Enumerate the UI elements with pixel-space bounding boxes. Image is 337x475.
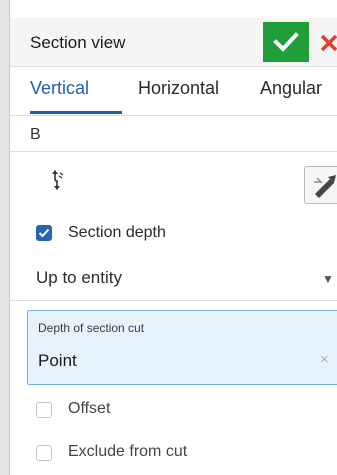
section-depth-checkbox[interactable] <box>36 225 52 241</box>
exclude-from-cut-label[interactable]: Exclude from cut <box>68 443 187 461</box>
clear-selection-icon[interactable]: × <box>320 351 329 368</box>
section-view-panel: Section view Vertical Horizontal Angular… <box>0 0 337 475</box>
exclude-from-cut-checkbox[interactable] <box>36 445 52 461</box>
check-icon <box>273 32 299 52</box>
close-icon <box>320 34 337 52</box>
offset-checkbox[interactable] <box>36 402 52 418</box>
active-tab-indicator <box>30 111 122 114</box>
sketch-arrow-icon <box>314 175 336 198</box>
sketch-tool-button[interactable] <box>304 166 337 204</box>
checkmark-icon <box>38 228 50 238</box>
flip-direction-icon[interactable] <box>46 167 72 193</box>
left-edge <box>0 0 9 475</box>
tab-vertical[interactable]: Vertical <box>30 78 89 98</box>
depth-of-section-cut-value: Point <box>38 351 77 370</box>
confirm-button[interactable] <box>263 22 309 62</box>
section-depth-label[interactable]: Section depth <box>68 224 166 242</box>
chevron-down-icon: ▼ <box>322 272 334 286</box>
panel-title: Section view <box>30 33 126 52</box>
tab-angular[interactable]: Angular <box>260 78 322 98</box>
view-selection-field[interactable] <box>10 116 337 152</box>
offset-label[interactable]: Offset <box>68 400 110 418</box>
depth-mode-value: Up to entity <box>36 268 122 287</box>
depth-of-section-cut-label: Depth of section cut <box>38 321 145 335</box>
cancel-button[interactable] <box>317 22 337 62</box>
view-selection-value: B <box>30 126 41 143</box>
tab-horizontal[interactable]: Horizontal <box>138 78 219 98</box>
